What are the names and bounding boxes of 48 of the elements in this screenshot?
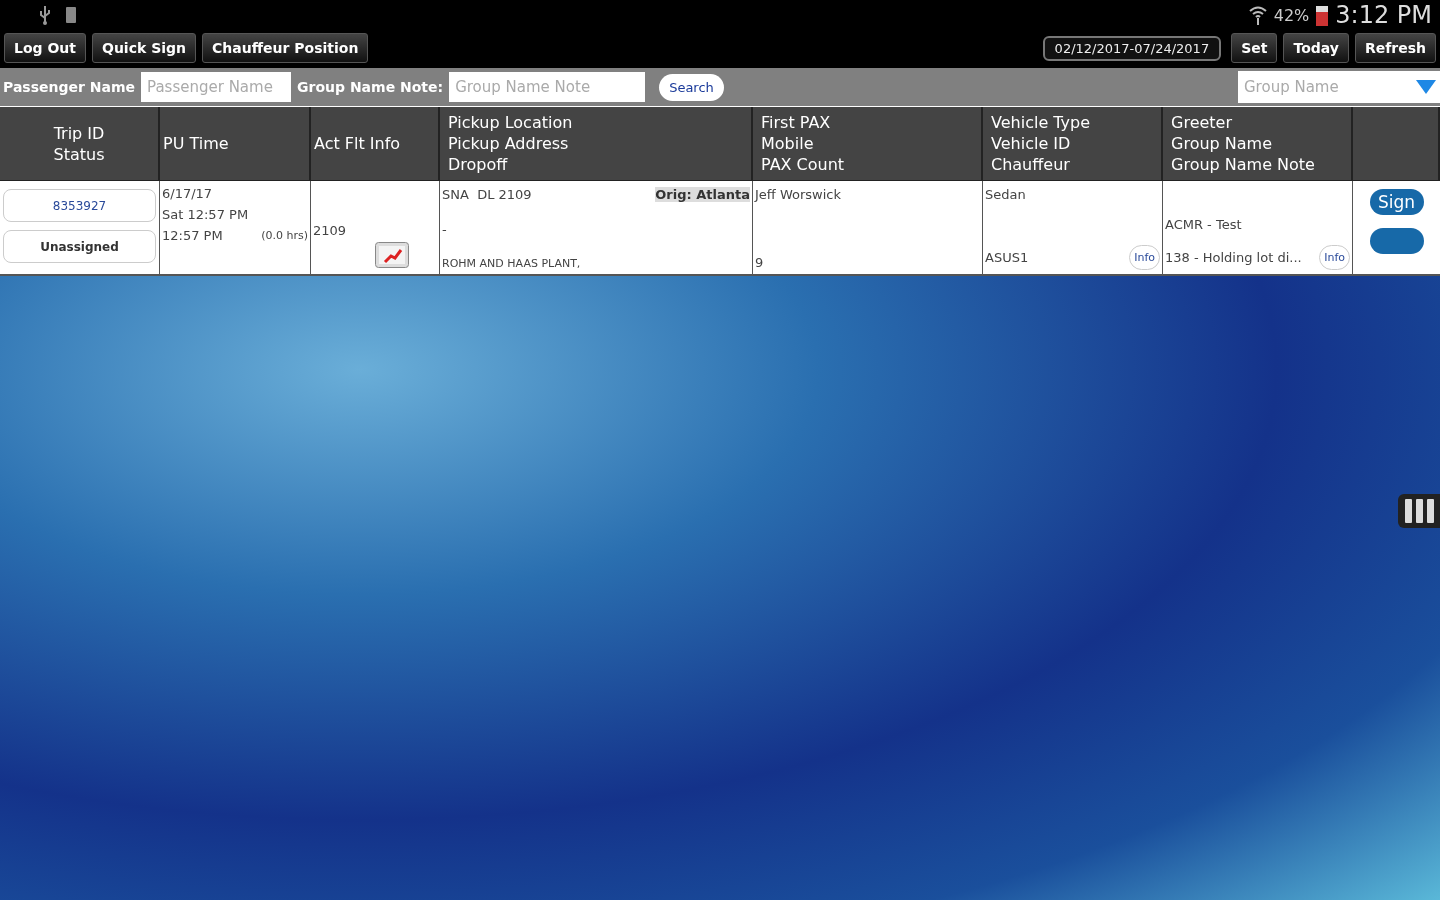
group-name-note-label: Group Name Note: xyxy=(297,79,444,95)
pax-count: 9 xyxy=(755,255,765,270)
dropdown-arrow-icon xyxy=(1416,80,1436,94)
battery-icon xyxy=(1315,4,1330,26)
flight-number: 2109 xyxy=(313,223,348,238)
column-header: Vehicle Type Vehicle ID Chauffeur xyxy=(983,107,1163,180)
column-header: First PAX Mobile PAX Count xyxy=(753,107,983,180)
column-header: Trip ID Status xyxy=(0,107,160,180)
column-header: Act Flt Info xyxy=(311,107,440,180)
duration: (0.0 hrs) xyxy=(261,228,308,244)
toolbar-button[interactable]: Quick Sign xyxy=(92,33,197,63)
toolbar-button[interactable]: Set xyxy=(1231,33,1278,63)
toolbar-button[interactable]: Log Out xyxy=(4,33,86,63)
pickup-day-time: Sat 12:57 PM xyxy=(162,206,250,224)
column-header: Pickup Location Pickup Address Dropoff xyxy=(440,107,753,180)
unlabeled-button[interactable] xyxy=(1369,228,1424,254)
sign-button[interactable]: Sign xyxy=(1369,189,1424,215)
group-name-note: 138 - Holding lot di... xyxy=(1165,250,1302,265)
pickup-date: 6/17/17 xyxy=(162,185,214,203)
search-button[interactable]: Search xyxy=(659,73,724,101)
handle-icon[interactable] xyxy=(1398,494,1440,528)
sd-card-icon xyxy=(66,7,76,23)
toolbar-button[interactable]: Chauffeur Position xyxy=(202,33,369,63)
clock-time: 3:12 PM xyxy=(1335,1,1432,29)
column-header: PU Time xyxy=(160,107,311,180)
column-header: Greeter Group Name Group Name Note xyxy=(1163,107,1353,180)
battery-percent: 42% xyxy=(1273,5,1310,25)
date-range-field[interactable]: 02/12/2017-07/24/2017 xyxy=(1042,35,1222,61)
pickup-address: - xyxy=(442,222,448,237)
info-button[interactable]: Info xyxy=(1129,245,1160,270)
trip-id-button[interactable]: 8353927 xyxy=(3,189,156,222)
pickup-location: SNA DL 2109 xyxy=(442,187,532,202)
vehicle-type: Sedan xyxy=(985,187,1027,202)
dropoff-location: ROHM AND HAAS PLANT, xyxy=(442,257,582,270)
passenger-name: Jeff Worswick xyxy=(755,187,842,202)
wifi-icon xyxy=(1247,5,1268,25)
pickup-time: 12:57 PM xyxy=(162,227,223,245)
toolbar-button[interactable]: Refresh xyxy=(1354,33,1436,63)
usb-icon xyxy=(38,5,52,25)
group-name-note-field[interactable]: Group Name Note xyxy=(449,72,646,102)
passenger-name-field[interactable]: Passenger Name xyxy=(141,72,291,102)
status-button[interactable]: Unassigned xyxy=(3,230,156,263)
group-name: ACMR - Test xyxy=(1165,217,1243,232)
info-button[interactable]: Info xyxy=(1319,245,1350,270)
vehicle-id: ASUS1 xyxy=(985,250,1029,265)
passenger-name-label: Passenger Name xyxy=(3,79,135,95)
origin-tag: Orig: Atlanta xyxy=(655,187,750,202)
toolbar-button[interactable]: Today xyxy=(1283,33,1349,63)
